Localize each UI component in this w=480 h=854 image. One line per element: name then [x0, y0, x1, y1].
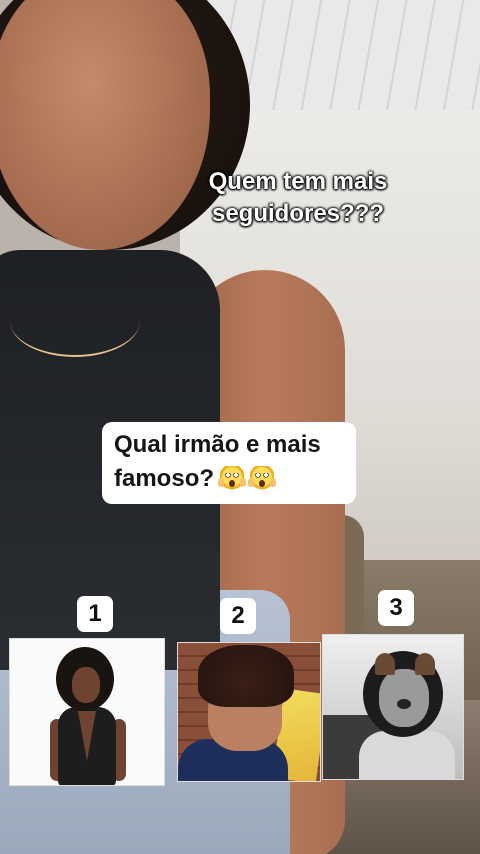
headline-line-1: Quem tem mais — [208, 168, 388, 195]
necklace — [10, 285, 140, 357]
question-sticker: Qual irmão e mais famoso? — [102, 422, 356, 504]
scream-emoji-icon — [248, 466, 277, 490]
question-line-1: Qual irmão e mais — [114, 431, 321, 458]
candidate-number-1: 1 — [77, 596, 113, 632]
candidate-number-2: 2 — [220, 598, 256, 634]
question-line-2: famoso? — [114, 465, 215, 492]
candidate-photo-1 — [9, 638, 165, 786]
candidate-photo-3 — [322, 634, 464, 780]
dog-ear-right-icon — [415, 653, 435, 675]
candidate-photo-2 — [177, 642, 321, 782]
dog-ear-left-icon — [375, 653, 395, 675]
dog-nose-icon — [397, 699, 411, 709]
headline-line-2: seguidores??? — [211, 200, 385, 227]
candidate-number-3: 3 — [378, 590, 414, 626]
headline-caption: Quem tem mais seguidores??? — [178, 166, 418, 230]
question-line-2-wrap: famoso? — [114, 462, 344, 496]
scream-emoji-icon — [218, 466, 247, 490]
